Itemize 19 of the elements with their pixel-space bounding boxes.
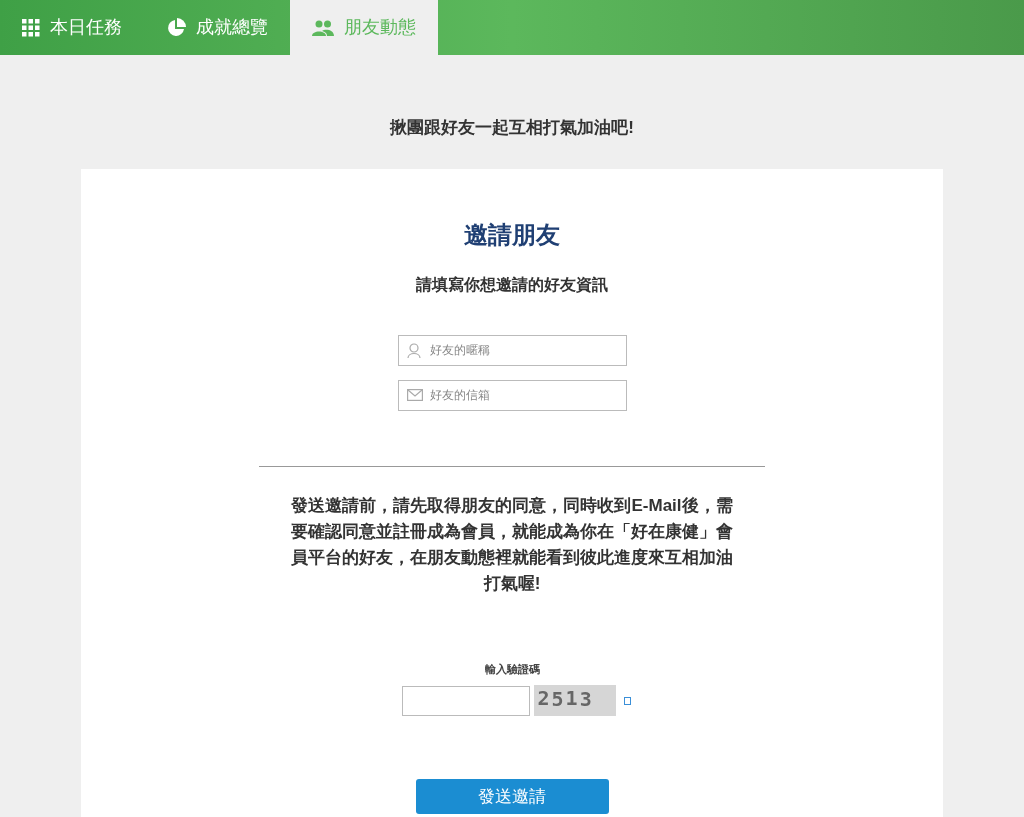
- input-field[interactable]: 好友的信箱: [397, 379, 627, 411]
- people-icon: [312, 19, 334, 36]
- input-field[interactable]: 好友的暱稱: [397, 334, 627, 366]
- nav-tab[interactable]: 成就總覽: [144, 0, 290, 55]
- person-icon: [406, 342, 421, 358]
- card-subtitle: 請填寫你想邀請的好友資訊: [416, 274, 608, 295]
- envelope-icon: [406, 389, 423, 401]
- square-icon[interactable]: [623, 696, 631, 705]
- send-invite-button[interactable]: 發送邀請: [415, 779, 609, 814]
- captcha-label: 輸入驗證碼: [484, 661, 540, 677]
- nav-tab[interactable]: 朋友動態: [290, 0, 438, 55]
- intro-text: 揪團跟好友一起互相打氣加油吧!: [388, 117, 635, 139]
- notice-paragraph: 發送邀請前，請先取得朋友的同意，同時收到E-Mail後，需要確認同意並註冊成為會員，就能成為你在「好在康健」會員平台的好友，在朋友動態裡就能看到彼此進度來互相加油打氣喔!: [290, 494, 734, 595]
- pie-chart-icon: [166, 17, 186, 38]
- captcha-image: 2 5 13: [533, 685, 616, 716]
- grid-icon: [22, 18, 40, 37]
- captcha-input[interactable]: [401, 685, 530, 716]
- card-title: 邀請朋友: [464, 219, 560, 250]
- nav-tab[interactable]: 本日任務: [0, 0, 144, 55]
